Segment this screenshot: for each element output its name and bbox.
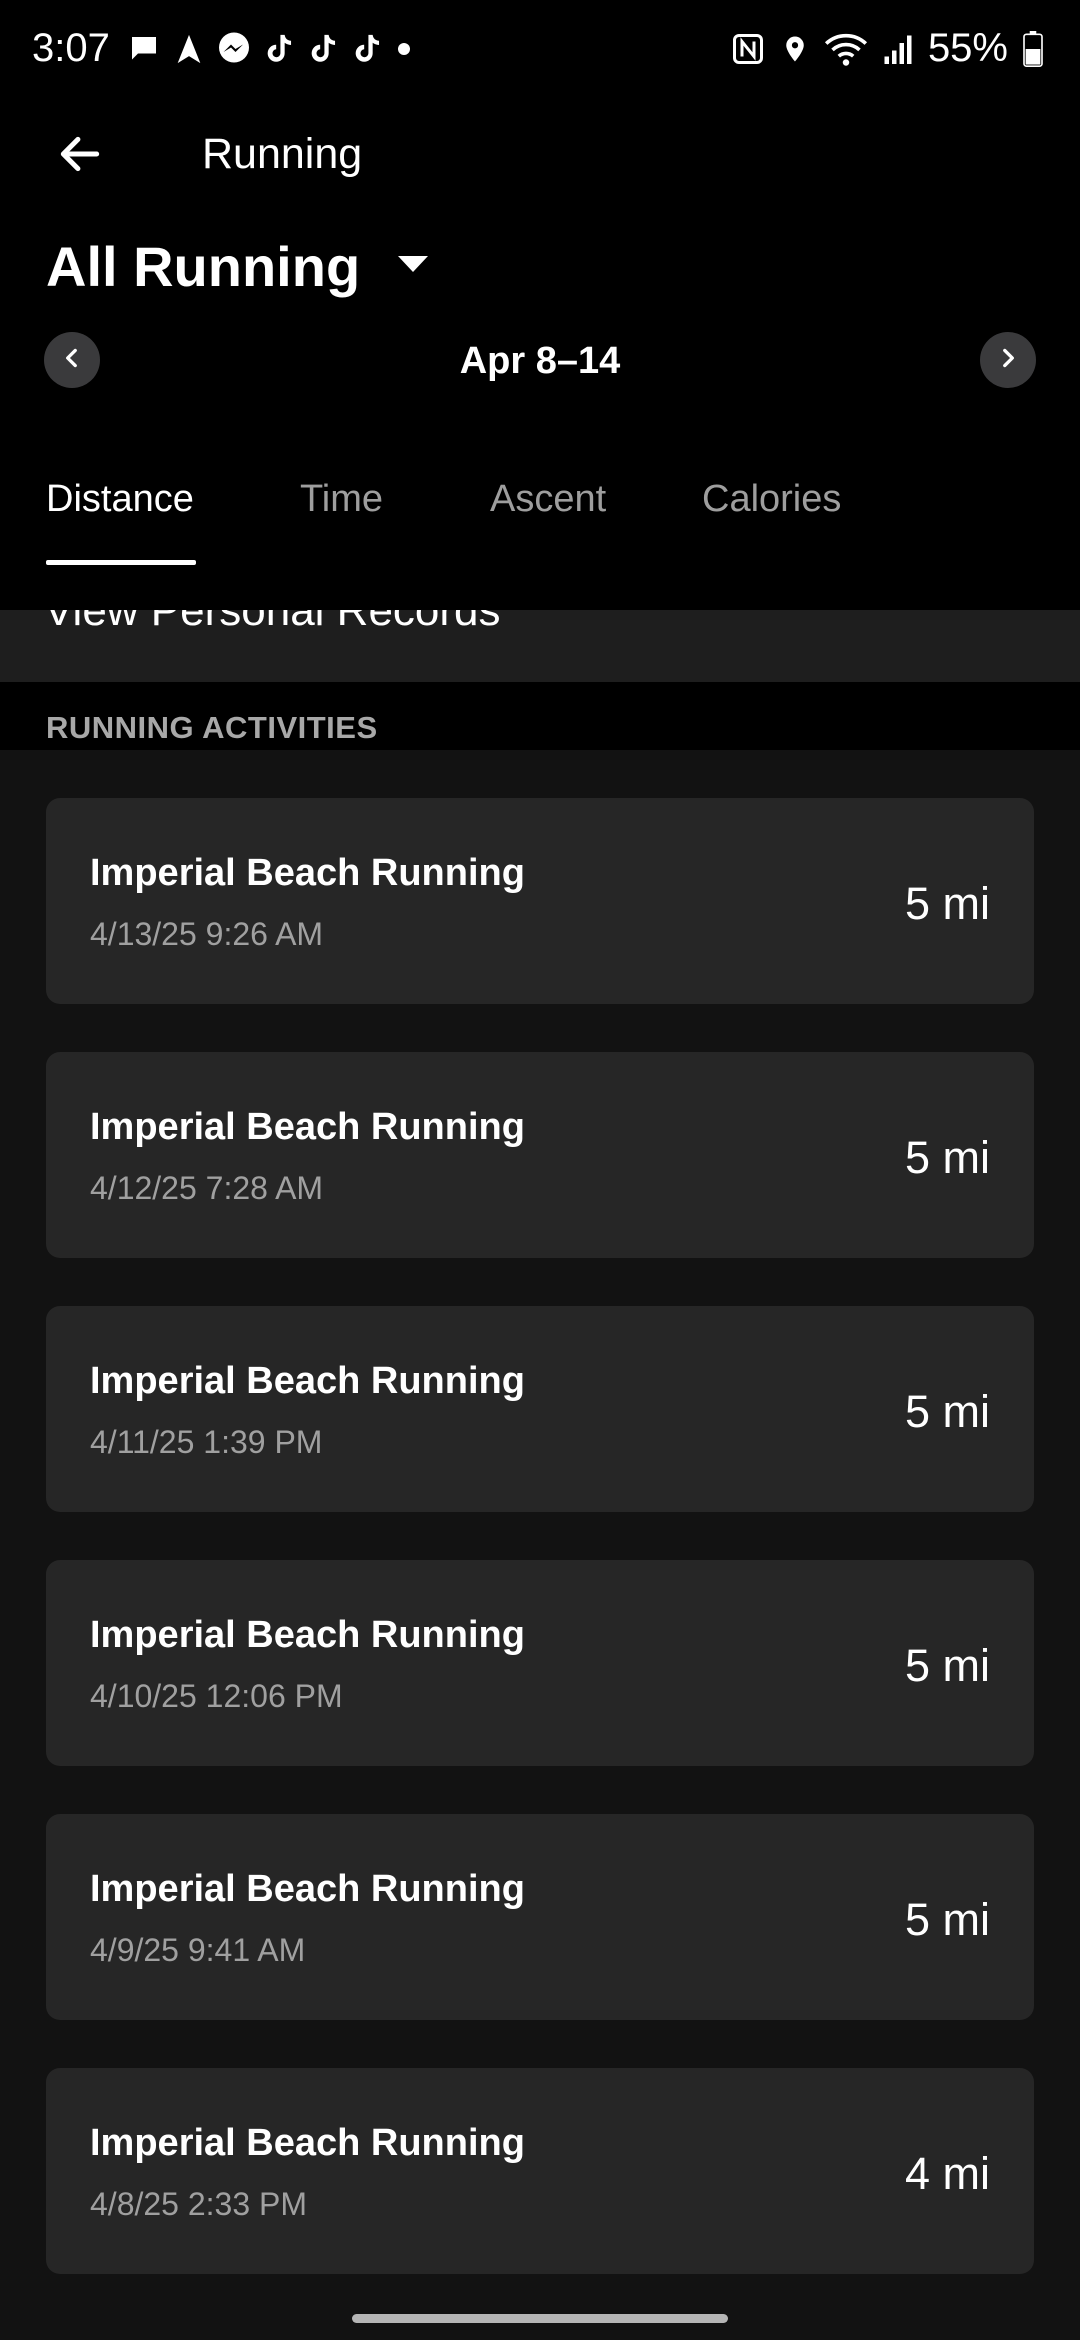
activity-distance: 5 mi bbox=[904, 878, 990, 929]
section-title: RUNNING ACTIVITIES bbox=[46, 710, 378, 745]
date-range-selector: Apr 8–14 bbox=[44, 330, 1036, 390]
activity-card[interactable]: Imperial Beach Running 4/11/25 1:39 PM 5… bbox=[46, 1306, 1034, 1512]
tab-calories[interactable]: Calories bbox=[702, 478, 841, 521]
back-button[interactable] bbox=[48, 124, 112, 188]
messenger-icon bbox=[216, 31, 252, 67]
caret-down-icon bbox=[396, 254, 430, 279]
notification-icons bbox=[126, 30, 414, 68]
tab-ascent[interactable]: Ascent bbox=[490, 478, 606, 521]
activity-name: Imperial Beach Running bbox=[90, 852, 525, 894]
activity-datetime: 4/11/25 1:39 PM bbox=[90, 1424, 323, 1460]
filter-label: All Running bbox=[46, 235, 361, 298]
activity-filter-dropdown[interactable]: All Running bbox=[46, 234, 430, 299]
metric-tabs: Distance Time Ascent Calories bbox=[0, 470, 1080, 570]
activity-distance: 5 mi bbox=[904, 1640, 990, 1691]
date-range-label: Apr 8–14 bbox=[459, 340, 621, 382]
next-week-button[interactable] bbox=[980, 332, 1036, 388]
status-time: 3:07 bbox=[32, 26, 110, 70]
personal-records-link[interactable]: View Personal Records bbox=[44, 610, 501, 636]
activity-datetime: 4/13/25 9:26 AM bbox=[90, 916, 324, 952]
activity-datetime: 4/10/25 12:06 PM bbox=[90, 1678, 343, 1714]
nfc-icon bbox=[730, 31, 766, 67]
tiktok-icon bbox=[350, 30, 384, 68]
personal-records-row[interactable]: View Personal Records bbox=[0, 610, 1080, 682]
activity-distance: 5 mi bbox=[904, 1894, 990, 1945]
activity-name: Imperial Beach Running bbox=[90, 1360, 525, 1402]
active-tab-indicator bbox=[46, 560, 196, 565]
activity-card[interactable]: Imperial Beach Running 4/13/25 9:26 AM 5… bbox=[46, 798, 1034, 1004]
status-bar: 3:07 55% bbox=[0, 0, 1080, 100]
tiktok-icon bbox=[306, 30, 340, 68]
wifi-icon bbox=[824, 31, 868, 67]
activity-list: Imperial Beach Running 4/13/25 9:26 AM 5… bbox=[46, 798, 1034, 2322]
home-indicator[interactable] bbox=[352, 2314, 728, 2323]
activity-name: Imperial Beach Running bbox=[90, 1106, 525, 1148]
activity-distance: 5 mi bbox=[904, 1132, 990, 1183]
page-title: Running bbox=[202, 130, 363, 178]
battery-percent: 55% bbox=[927, 26, 1008, 70]
tab-time[interactable]: Time bbox=[300, 478, 383, 521]
activity-name: Imperial Beach Running bbox=[90, 2122, 525, 2164]
tiktok-icon bbox=[262, 30, 296, 68]
activity-card[interactable]: Imperial Beach Running 4/12/25 7:28 AM 5… bbox=[46, 1052, 1034, 1258]
activity-distance: 5 mi bbox=[904, 1386, 990, 1437]
section-header: RUNNING ACTIVITIES bbox=[0, 682, 1080, 750]
navigation-icon bbox=[172, 31, 206, 67]
arrow-left-icon bbox=[55, 129, 105, 184]
location-icon bbox=[780, 31, 810, 67]
dot-icon bbox=[394, 31, 414, 67]
battery-icon bbox=[1022, 30, 1044, 67]
activity-datetime: 4/12/25 7:28 AM bbox=[90, 1170, 324, 1206]
activity-card[interactable]: Imperial Beach Running 4/10/25 12:06 PM … bbox=[46, 1560, 1034, 1766]
activity-distance: 4 mi bbox=[904, 2148, 990, 2199]
activity-name: Imperial Beach Running bbox=[90, 1868, 525, 1910]
app-header: Running All Running Apr 8–14 Distance Ti… bbox=[0, 100, 1080, 610]
signal-icon bbox=[882, 31, 914, 67]
activity-name: Imperial Beach Running bbox=[90, 1614, 525, 1656]
activity-card[interactable]: Imperial Beach Running 4/9/25 9:41 AM 5 … bbox=[46, 1814, 1034, 2020]
activity-card[interactable]: Imperial Beach Running 4/8/25 2:33 PM 4 … bbox=[46, 2068, 1034, 2274]
tab-distance[interactable]: Distance bbox=[46, 478, 194, 521]
chat-icon bbox=[126, 31, 162, 67]
activity-datetime: 4/8/25 2:33 PM bbox=[90, 2186, 308, 2222]
activity-datetime: 4/9/25 9:41 AM bbox=[90, 1932, 306, 1968]
system-icons: 55% bbox=[730, 26, 1044, 71]
chevron-right-icon bbox=[995, 345, 1021, 376]
